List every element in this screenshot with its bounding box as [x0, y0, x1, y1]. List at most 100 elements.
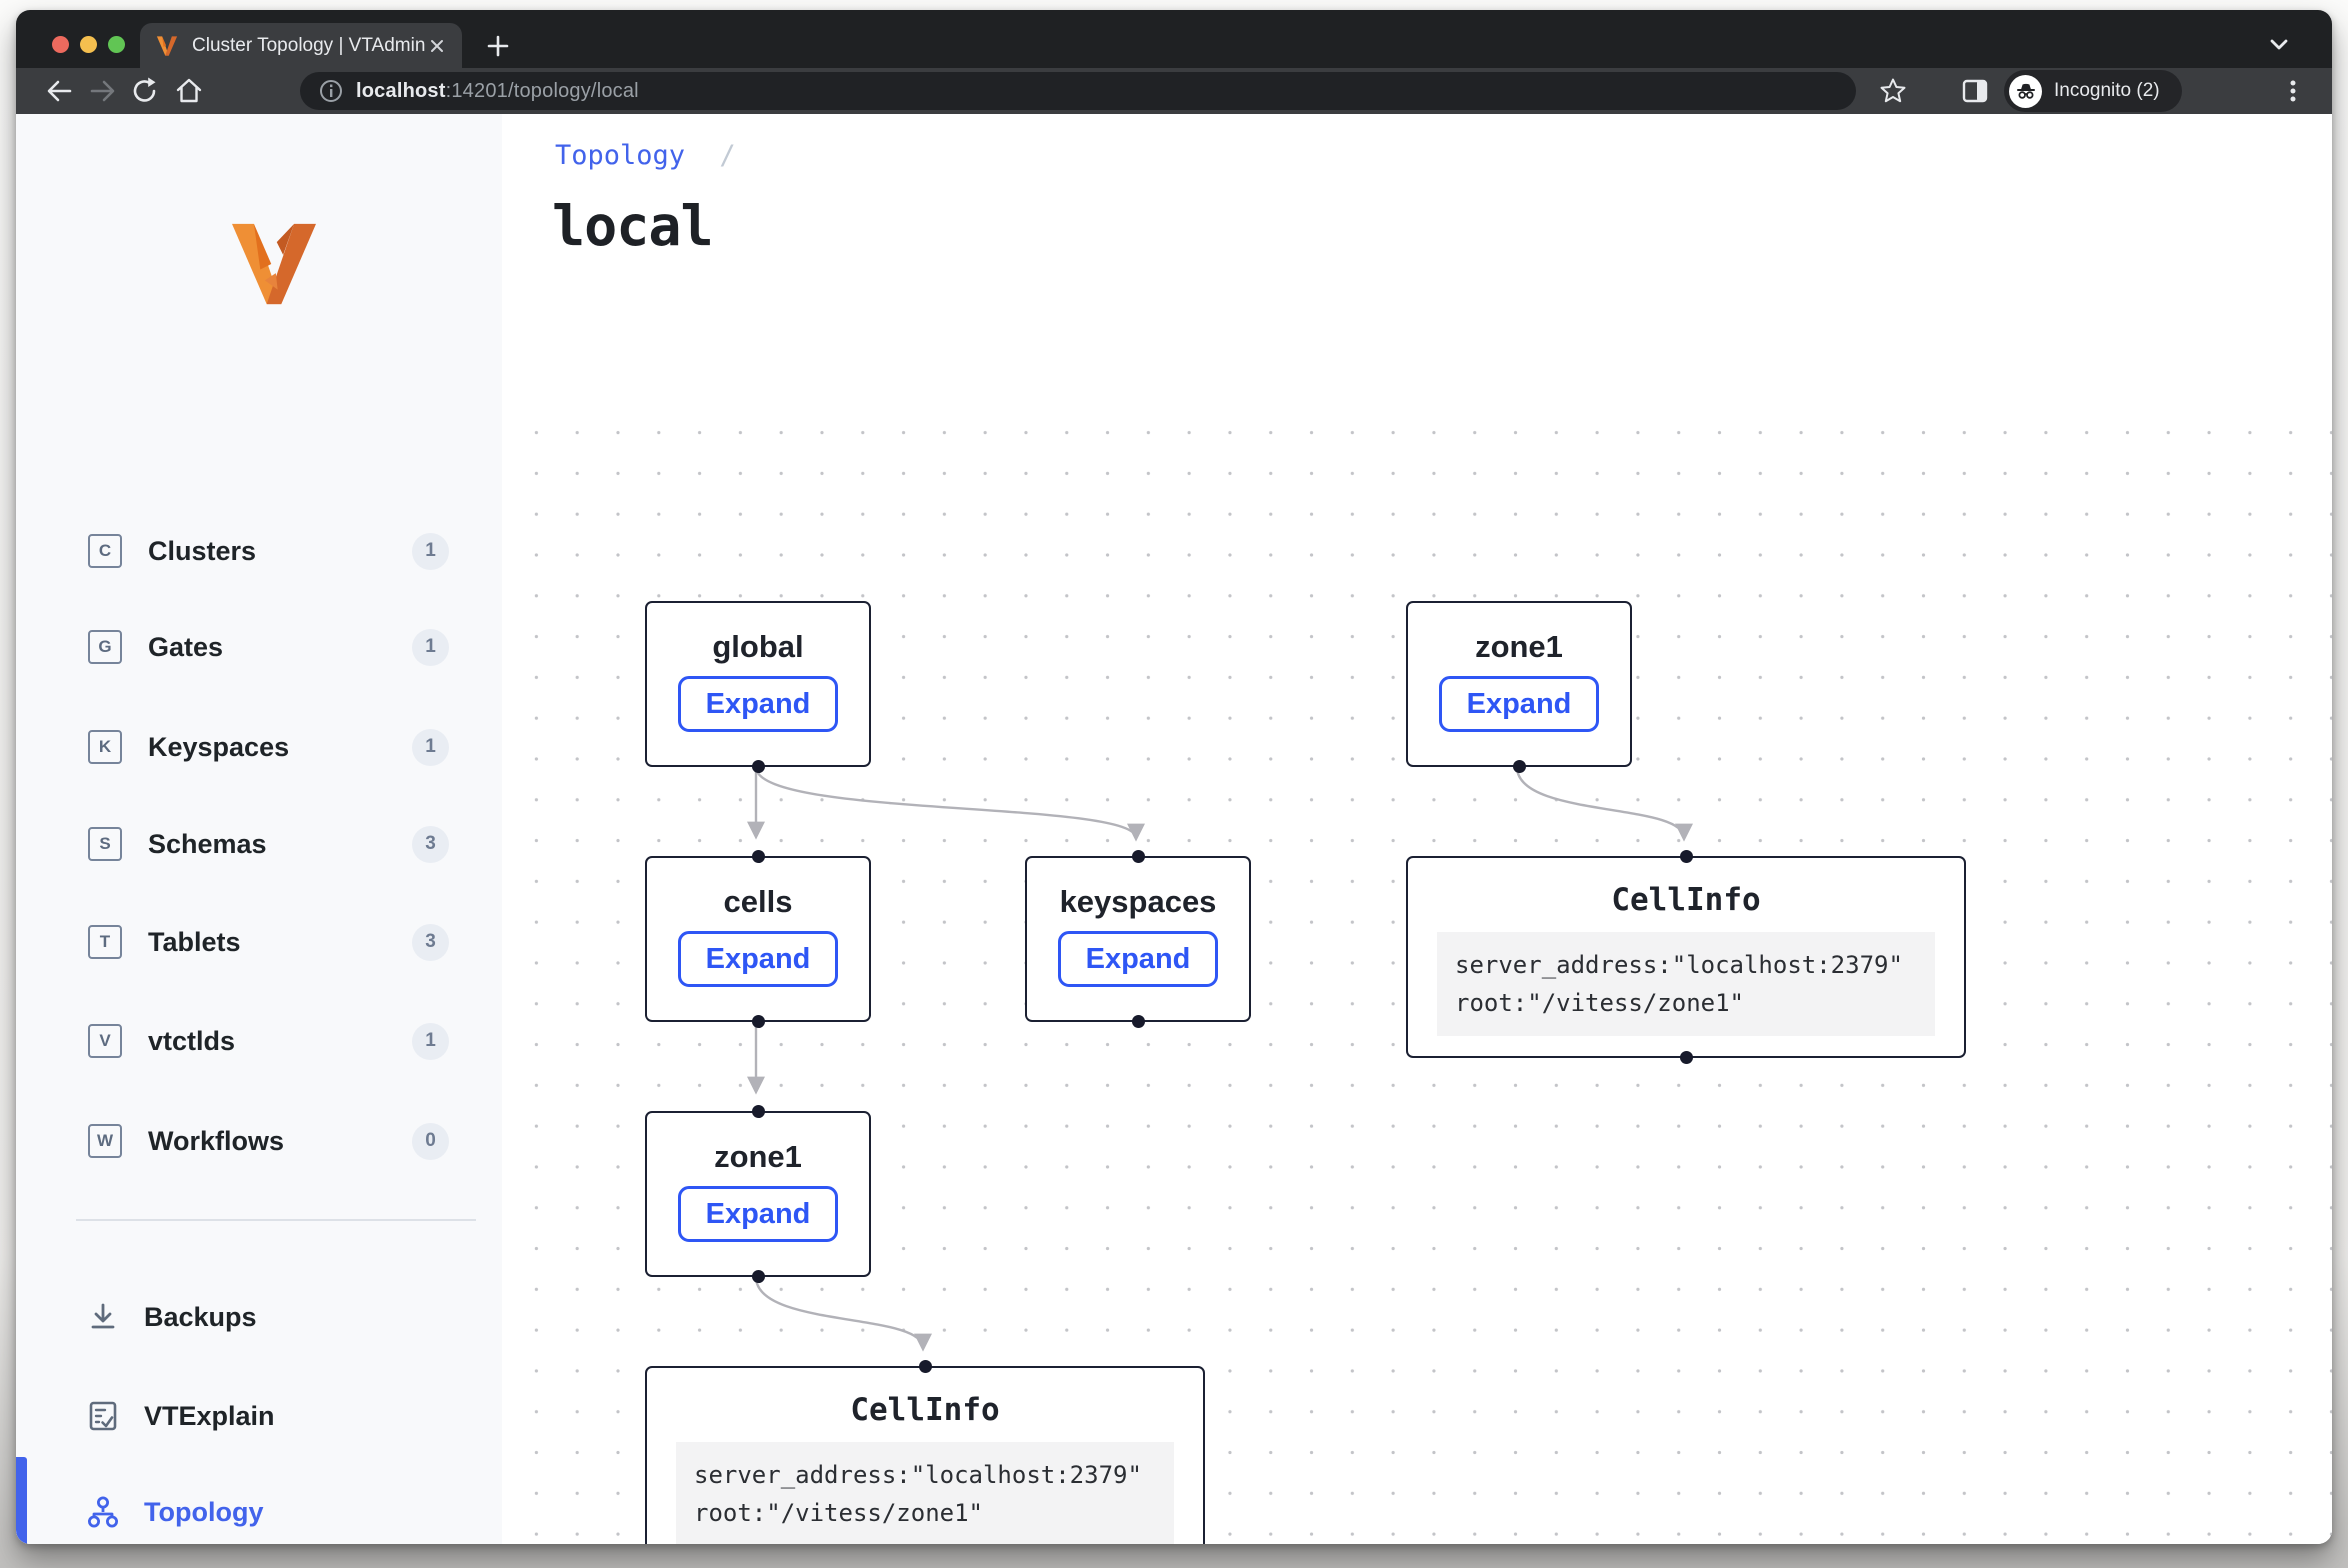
- forward-icon[interactable]: [88, 76, 118, 106]
- back-icon[interactable]: [44, 76, 74, 106]
- sidebar-item-label: vtctlds: [148, 1026, 235, 1057]
- edge-global-keyspaces: [756, 767, 1136, 838]
- node-handle: [752, 760, 765, 773]
- node-title: keyspaces: [1060, 884, 1217, 920]
- node-handle: [1513, 760, 1526, 773]
- breadcrumb-topology-link[interactable]: Topology: [555, 140, 685, 171]
- browser-tab[interactable]: Cluster Topology | VTAdmin: [140, 23, 462, 68]
- tablets-letter-icon: T: [88, 925, 122, 959]
- sidebar-item-keyspaces[interactable]: K Keyspaces 1: [16, 699, 502, 795]
- node-handle: [1132, 850, 1145, 863]
- expand-button[interactable]: Expand: [1439, 676, 1599, 732]
- count-badge: 1: [412, 629, 449, 666]
- sidebar-item-tablets[interactable]: T Tablets 3: [16, 894, 502, 990]
- browser-window: Cluster Topology | VTAdmin: [16, 10, 2332, 1544]
- download-icon: [86, 1300, 120, 1334]
- graph-node-cellinfo-right[interactable]: CellInfo server_address:"localhost:2379"…: [1406, 856, 1966, 1058]
- gates-letter-icon: G: [88, 630, 122, 664]
- sidebar-item-schemas[interactable]: S Schemas 3: [16, 796, 502, 892]
- sidebar: C Clusters 1 G Gates 1 K Keyspaces 1 S S…: [16, 114, 502, 1544]
- node-title: global: [712, 629, 803, 665]
- graph-node-zone1-lower[interactable]: zone1 Expand: [645, 1111, 871, 1277]
- tab-title: Cluster Topology | VTAdmin: [192, 35, 425, 57]
- incognito-label: Incognito (2): [2054, 80, 2160, 102]
- expand-button[interactable]: Expand: [678, 1186, 838, 1242]
- node-title: zone1: [1475, 629, 1563, 665]
- sidebar-item-topology[interactable]: Topology: [16, 1464, 502, 1544]
- graph-node-cells[interactable]: cells Expand: [645, 856, 871, 1022]
- tab-search-chevron-icon[interactable]: [2264, 30, 2294, 58]
- reload-icon[interactable]: [130, 76, 160, 106]
- count-badge: 1: [412, 729, 449, 766]
- node-handle: [752, 1270, 765, 1283]
- tab-close-icon[interactable]: [428, 37, 446, 55]
- sidebar-item-label: Clusters: [148, 536, 256, 567]
- sidebar-item-label: Gates: [148, 632, 223, 663]
- url-text: localhost:14201/topology/local: [356, 80, 639, 103]
- url-host: localhost: [356, 80, 446, 102]
- count-badge: 1: [412, 1023, 449, 1060]
- tab-strip: Cluster Topology | VTAdmin: [16, 10, 2332, 68]
- cellinfo-code: server_address:"localhost:2379" root:"/v…: [1437, 932, 1935, 1036]
- node-handle: [1132, 1015, 1145, 1028]
- edge-zone1lower-cellinfo: [756, 1277, 923, 1348]
- topology-canvas[interactable]: global Expand zone1 Expand cells Expand: [502, 430, 2332, 1544]
- breadcrumb-separator: /: [719, 140, 735, 171]
- expand-button[interactable]: Expand: [678, 931, 838, 987]
- graph-node-cellinfo-bottom[interactable]: CellInfo server_address:"localhost:2379"…: [645, 1366, 1205, 1544]
- workflows-letter-icon: W: [88, 1124, 122, 1158]
- sidebar-item-vtctlds[interactable]: V vtctlds 1: [16, 993, 502, 1089]
- schemas-letter-icon: S: [88, 827, 122, 861]
- graph-node-global[interactable]: global Expand: [645, 601, 871, 767]
- page-title: local: [552, 194, 713, 258]
- bookmark-star-icon[interactable]: [1878, 76, 1908, 106]
- sidebar-item-label: Workflows: [148, 1126, 284, 1157]
- incognito-icon: [2009, 75, 2042, 108]
- count-badge: 3: [412, 924, 449, 961]
- site-info-icon[interactable]: [318, 78, 344, 104]
- new-tab-button[interactable]: [484, 32, 512, 60]
- breadcrumb: Topology /: [555, 140, 736, 171]
- node-handle: [1680, 850, 1693, 863]
- document-check-icon: [86, 1399, 120, 1433]
- code-line: root:"/vitess/zone1": [694, 1499, 983, 1527]
- window-close-button[interactable]: [52, 36, 69, 53]
- clusters-letter-icon: C: [88, 534, 122, 568]
- page-content: C Clusters 1 G Gates 1 K Keyspaces 1 S S…: [16, 114, 2332, 1544]
- code-line: server_address:"localhost:2379": [694, 1461, 1142, 1489]
- sidebar-item-vtexplain[interactable]: VTExplain: [16, 1368, 502, 1464]
- home-icon[interactable]: [174, 76, 204, 106]
- sidebar-item-gates[interactable]: G Gates 1: [16, 599, 502, 695]
- node-handle: [919, 1360, 932, 1373]
- window-minimize-button[interactable]: [80, 36, 97, 53]
- vitess-favicon: [156, 35, 178, 57]
- graph-node-zone1-top[interactable]: zone1 Expand: [1406, 601, 1632, 767]
- window-zoom-button[interactable]: [108, 36, 125, 53]
- side-panel-icon[interactable]: [1960, 76, 1990, 106]
- profile-incognito-chip[interactable]: Incognito (2): [2004, 70, 2182, 112]
- node-handle: [752, 850, 765, 863]
- sidebar-item-label: VTExplain: [144, 1401, 275, 1432]
- node-handle: [752, 1105, 765, 1118]
- sidebar-item-clusters[interactable]: C Clusters 1: [16, 503, 502, 599]
- edge-zone1top-cellinfo-right: [1517, 767, 1684, 838]
- keyspaces-letter-icon: K: [88, 730, 122, 764]
- sidebar-item-backups[interactable]: Backups: [16, 1269, 502, 1365]
- sidebar-item-workflows[interactable]: W Workflows 0: [16, 1093, 502, 1189]
- expand-button[interactable]: Expand: [678, 676, 838, 732]
- node-title: CellInfo: [850, 1392, 999, 1428]
- sidebar-item-label: Tablets: [148, 927, 241, 958]
- sidebar-item-label: Topology: [144, 1497, 263, 1528]
- expand-button[interactable]: Expand: [1058, 931, 1218, 987]
- sidebar-divider: [76, 1219, 476, 1221]
- graph-node-keyspaces[interactable]: keyspaces Expand: [1025, 856, 1251, 1022]
- sidebar-item-label: Backups: [144, 1302, 257, 1333]
- address-bar[interactable]: localhost:14201/topology/local: [300, 72, 1856, 110]
- browser-menu-icon[interactable]: [2278, 76, 2308, 106]
- active-indicator: [16, 1457, 27, 1544]
- cellinfo-code: server_address:"localhost:2379" root:"/v…: [676, 1442, 1174, 1544]
- node-title: zone1: [714, 1139, 802, 1175]
- code-line: server_address:"localhost:2379": [1455, 951, 1903, 979]
- sidebar-item-label: Keyspaces: [148, 732, 289, 763]
- node-handle: [1680, 1051, 1693, 1064]
